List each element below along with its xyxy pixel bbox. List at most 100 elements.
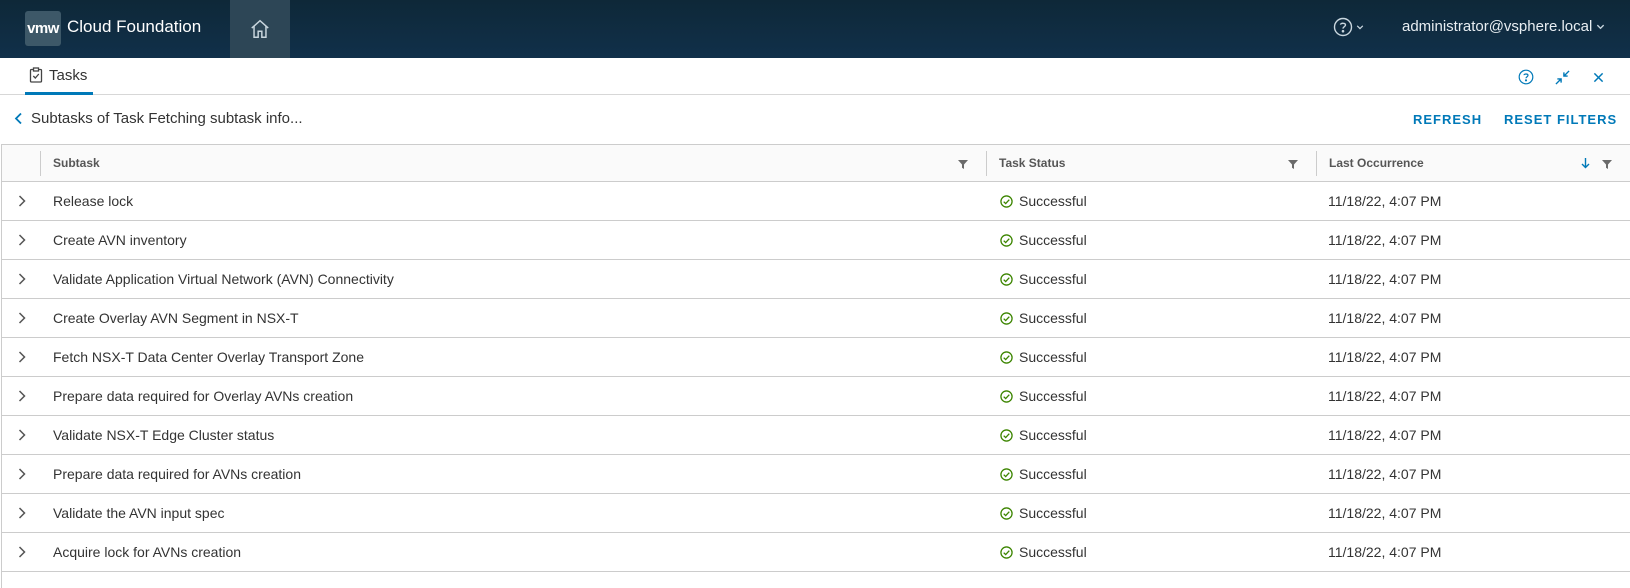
last-occurrence: 11/18/22, 4:07 PM bbox=[1328, 466, 1442, 482]
user-name: administrator@vsphere.local bbox=[1402, 18, 1593, 35]
check-circle-icon bbox=[1000, 389, 1013, 403]
help-circle-icon bbox=[1333, 17, 1353, 37]
filter-icon[interactable] bbox=[1602, 159, 1612, 169]
check-circle-icon bbox=[1000, 233, 1013, 247]
column-separator bbox=[40, 151, 41, 176]
table-row[interactable]: Validate NSX-T Edge Cluster status Succes… bbox=[2, 416, 1630, 455]
help-circle-icon bbox=[1518, 69, 1534, 85]
chevron-right-icon[interactable] bbox=[16, 194, 28, 208]
task-status-label: Successful bbox=[1019, 427, 1087, 443]
chevron-right-icon[interactable] bbox=[16, 428, 28, 442]
chevron-right-icon[interactable] bbox=[16, 272, 28, 286]
chevron-right-icon[interactable] bbox=[16, 467, 28, 481]
panel-close-button[interactable] bbox=[1590, 69, 1606, 85]
table-row[interactable]: Validate the AVN input spec Successful 11/… bbox=[2, 494, 1630, 533]
last-occurrence: 11/18/22, 4:07 PM bbox=[1328, 232, 1442, 248]
last-occurrence: 11/18/22, 4:07 PM bbox=[1328, 310, 1442, 326]
subtask-name: Prepare data required for Overlay AVNs c… bbox=[53, 388, 354, 404]
panel-collapse-button[interactable] bbox=[1554, 69, 1570, 85]
subtask-name: Validate NSX-T Edge Cluster status bbox=[53, 427, 275, 443]
task-status: Successful bbox=[1000, 505, 1087, 521]
task-status-label: Successful bbox=[1019, 349, 1087, 365]
task-status: Successful bbox=[1000, 349, 1087, 365]
user-menu[interactable]: administrator@vsphere.local bbox=[1402, 18, 1605, 35]
back-button[interactable] bbox=[14, 112, 23, 130]
chevron-right-icon[interactable] bbox=[16, 233, 28, 247]
subtasks-grid: Subtask Task Status Last Occurrence Rele… bbox=[1, 144, 1630, 588]
tab-tasks[interactable]: Tasks bbox=[25, 58, 94, 95]
chevron-down-icon bbox=[1356, 25, 1364, 30]
panel-actions bbox=[1518, 69, 1606, 85]
task-status: Successful bbox=[1000, 232, 1087, 248]
task-status: Successful bbox=[1000, 271, 1087, 287]
last-occurrence: 11/18/22, 4:07 PM bbox=[1328, 427, 1442, 443]
filter-icon[interactable] bbox=[1288, 159, 1298, 169]
task-status-label: Successful bbox=[1019, 193, 1087, 209]
table-row[interactable]: Prepare data required for Overlay AVNs c… bbox=[2, 377, 1630, 416]
check-circle-icon bbox=[1000, 272, 1013, 286]
last-occurrence: 11/18/22, 4:07 PM bbox=[1328, 544, 1442, 560]
subtask-breadcrumb-row: Subtasks of Task Fetching subtask info..… bbox=[0, 96, 1630, 144]
column-header-last-occurrence[interactable]: Last Occurrence bbox=[1329, 145, 1424, 181]
grid-header: Subtask Task Status Last Occurrence bbox=[2, 145, 1630, 182]
home-button[interactable] bbox=[230, 0, 290, 58]
task-status: Successful bbox=[1000, 193, 1087, 209]
task-status: Successful bbox=[1000, 466, 1087, 482]
task-status-label: Successful bbox=[1019, 544, 1087, 560]
column-header-subtask[interactable]: Subtask bbox=[53, 145, 100, 181]
table-row[interactable]: Create Overlay AVN Segment in NSX-T Succe… bbox=[2, 299, 1630, 338]
task-status-label: Successful bbox=[1019, 505, 1087, 521]
task-status-label: Successful bbox=[1019, 310, 1087, 326]
task-status-label: Successful bbox=[1019, 232, 1087, 248]
clipboard-icon bbox=[29, 67, 43, 83]
chevron-right-icon[interactable] bbox=[16, 506, 28, 520]
subtask-name: Release lock bbox=[53, 193, 134, 209]
task-status: Successful bbox=[1000, 544, 1087, 560]
table-row[interactable]: Validate Application Virtual Network (AV… bbox=[2, 260, 1630, 299]
subtask-name: Fetch NSX-T Data Center Overlay Transpor… bbox=[53, 349, 364, 365]
table-row[interactable]: Acquire lock for AVNs creation Successful… bbox=[2, 533, 1630, 572]
subtask-name: Validate Application Virtual Network (AV… bbox=[53, 271, 394, 287]
home-icon bbox=[251, 19, 269, 38]
task-status-label: Successful bbox=[1019, 466, 1087, 482]
chevron-right-icon[interactable] bbox=[16, 389, 28, 403]
reset-filters-button[interactable]: RESET FILTERS bbox=[1504, 112, 1617, 127]
app-title: Cloud Foundation bbox=[67, 17, 202, 36]
column-separator bbox=[986, 151, 987, 176]
last-occurrence: 11/18/22, 4:07 PM bbox=[1328, 388, 1442, 404]
subtask-name: Acquire lock for AVNs creation bbox=[53, 544, 242, 560]
chevron-right-icon[interactable] bbox=[16, 350, 28, 364]
table-row[interactable]: Release lock Successful 11/18/22, 4:07 PM bbox=[2, 182, 1630, 221]
last-occurrence: 11/18/22, 4:07 PM bbox=[1328, 271, 1442, 287]
check-circle-icon bbox=[1000, 506, 1013, 520]
tab-tasks-label: Tasks bbox=[49, 66, 88, 84]
table-row[interactable]: Create AVN inventory Successful 11/18/22, … bbox=[2, 221, 1630, 260]
last-occurrence: 11/18/22, 4:07 PM bbox=[1328, 505, 1442, 521]
check-circle-icon bbox=[1000, 350, 1013, 364]
help-menu[interactable] bbox=[1333, 17, 1364, 37]
table-row[interactable]: Prepare data required for AVNs creation S… bbox=[2, 455, 1630, 494]
table-row[interactable]: Fetch NSX-T Data Center Overlay Transpor… bbox=[2, 338, 1630, 377]
subtask-name: Prepare data required for AVNs creation bbox=[53, 466, 301, 482]
chevron-down-icon bbox=[1597, 24, 1605, 30]
breadcrumb-title: Subtasks of Task Fetching subtask info..… bbox=[31, 110, 303, 127]
vmw-logo: vmw bbox=[25, 11, 61, 46]
task-status: Successful bbox=[1000, 388, 1087, 404]
sort-down-arrow-icon[interactable] bbox=[1581, 157, 1590, 169]
filter-icon[interactable] bbox=[958, 159, 968, 169]
chevron-right-icon[interactable] bbox=[16, 545, 28, 559]
task-status: Successful bbox=[1000, 427, 1087, 443]
check-circle-icon bbox=[1000, 311, 1013, 325]
panel-help-button[interactable] bbox=[1518, 69, 1534, 85]
subtask-name: Create Overlay AVN Segment in NSX-T bbox=[53, 310, 299, 326]
chevron-left-icon bbox=[14, 112, 22, 125]
subtask-name: Create AVN inventory bbox=[53, 232, 187, 248]
chevron-right-icon[interactable] bbox=[16, 311, 28, 325]
tasks-panel-tabbar: Tasks bbox=[0, 58, 1630, 95]
column-header-task-status[interactable]: Task Status bbox=[999, 145, 1065, 181]
subtask-name: Validate the AVN input spec bbox=[53, 505, 225, 521]
check-circle-icon bbox=[1000, 194, 1013, 208]
collapse-icon bbox=[1554, 69, 1570, 85]
top-header: vmw Cloud Foundation administrator@vsphe… bbox=[0, 0, 1630, 58]
refresh-button[interactable]: REFRESH bbox=[1413, 112, 1482, 127]
